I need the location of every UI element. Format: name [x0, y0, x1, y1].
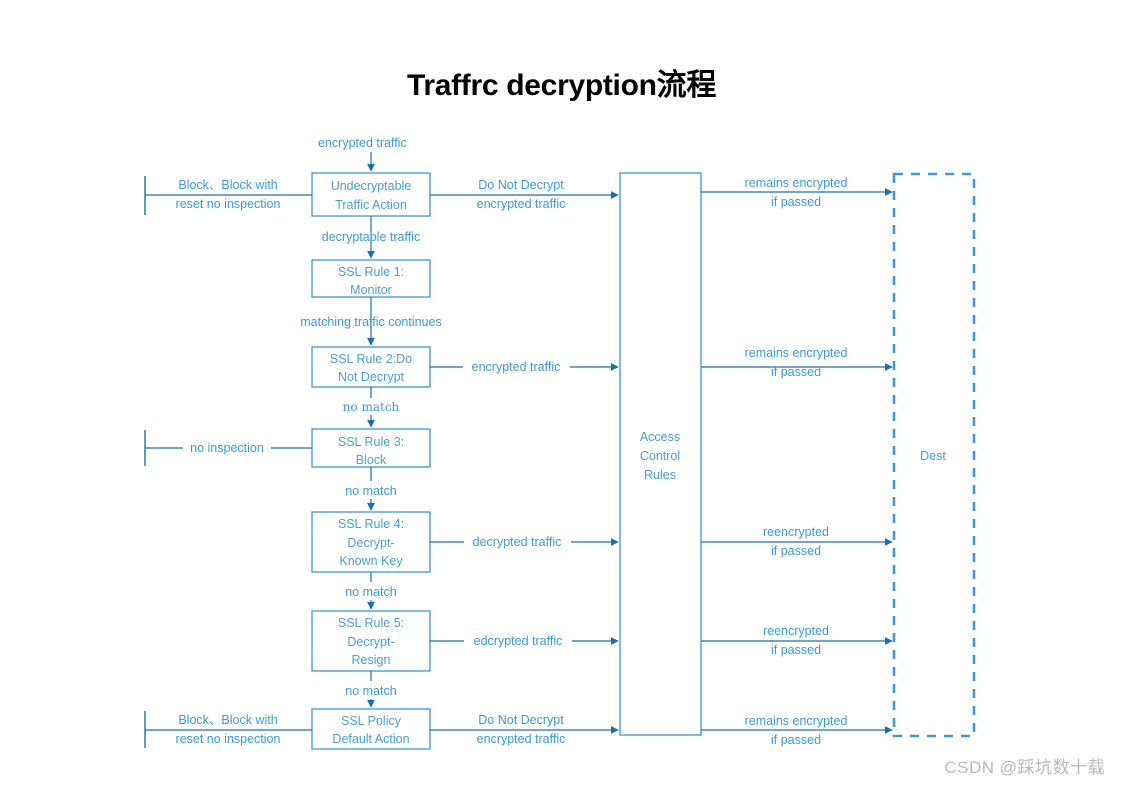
edge-label-acr-out-5a: remains encrypted — [745, 714, 848, 728]
edge-label-rule2-right: encrypted traffic — [472, 360, 561, 374]
edge-label-rule4-to-rule5: no match — [345, 585, 396, 599]
node-default-line2: Default Action — [332, 732, 409, 746]
node-rule2-line2: Not Decrypt — [338, 370, 405, 384]
edge-label-acr-out-3a: reencrypted — [763, 525, 829, 539]
edge-label-acr-out-4a: reencrypted — [763, 624, 829, 638]
node-dest-label: Dest — [920, 449, 946, 463]
edge-label-rule5-right: edcrypted traffic — [474, 634, 563, 648]
edge-label-default-right-1: Do Not Decrypt — [478, 713, 564, 727]
node-rule1-line2: Monitor — [350, 283, 392, 297]
edge-label-default-right-2: encrypted traffic — [477, 732, 566, 746]
node-acr-line1: Access — [640, 430, 680, 444]
node-undecryptable-line2: Traffic Action — [335, 198, 407, 212]
node-rule1-line1: SSL Rule 1: — [338, 265, 404, 279]
edge-label-to-rule2: matching traffic continues — [300, 315, 442, 329]
node-rule3-line1: SSL Rule 3: — [338, 435, 404, 449]
node-rule4-line2: Decrypt- — [347, 536, 394, 550]
edge-label-acr-out-1b: if passed — [771, 195, 821, 209]
node-rule3-line2: Block — [356, 453, 387, 467]
edge-label-rule2-to-rule3: no match — [343, 400, 400, 414]
node-rule4-line1: SSL Rule 4: — [338, 517, 404, 531]
node-rule5-line3: Resign — [352, 653, 391, 667]
edge-label-undecryptable-left-2: reset no inspection — [176, 197, 281, 211]
edge-label-acr-out-4b: if passed — [771, 643, 821, 657]
edge-label-rule4-right: decrypted traffic — [473, 535, 562, 549]
node-rule2-line1: SSL Rule 2:Do — [330, 352, 412, 366]
edge-label-acr-out-1a: remains encrypted — [745, 176, 848, 190]
edge-label-acr-out-5b: if passed — [771, 733, 821, 747]
edge-label-to-rule1: decryptable traffic — [322, 230, 420, 244]
flowchart-canvas: Traffrc decryption流程 Undecryptable Traff… — [0, 0, 1123, 794]
node-rule5-line1: SSL Rule 5: — [338, 616, 404, 630]
node-rule4-line3: Known Key — [339, 554, 403, 568]
edge-label-rule5-to-default: no match — [345, 684, 396, 698]
node-undecryptable-line1: Undecryptable — [331, 179, 412, 193]
edge-label-default-left-1: Block、Block with — [178, 713, 277, 727]
edge-label-acr-out-3b: if passed — [771, 544, 821, 558]
edge-label-undecryptable-right-2: encrypted traffic — [477, 197, 566, 211]
edge-label-undecryptable-right-1: Do Not Decrypt — [478, 178, 564, 192]
node-rule5-line2: Decrypt- — [347, 635, 394, 649]
edge-label-undecryptable-left-1: Block、Block with — [178, 178, 277, 192]
node-acr-line2: Control — [640, 449, 680, 463]
flowchart-svg: Undecryptable Traffic Action SSL Rule 1:… — [144, 136, 976, 750]
edge-label-acr-out-2b: if passed — [771, 365, 821, 379]
edge-label-default-left-2: reset no inspection — [176, 732, 281, 746]
edge-label-rule3-left: no inspection — [190, 441, 264, 455]
edge-label-acr-out-2a: remains encrypted — [745, 346, 848, 360]
csdn-watermark: CSDN @踩坑数十载 — [944, 758, 1105, 777]
edge-label-rule3-to-rule4: no match — [345, 484, 396, 498]
node-default-line1: SSL Policy — [341, 714, 402, 728]
node-acr-line3: Rules — [644, 468, 676, 482]
edge-label-top-input: encrypted traffic — [318, 136, 407, 150]
